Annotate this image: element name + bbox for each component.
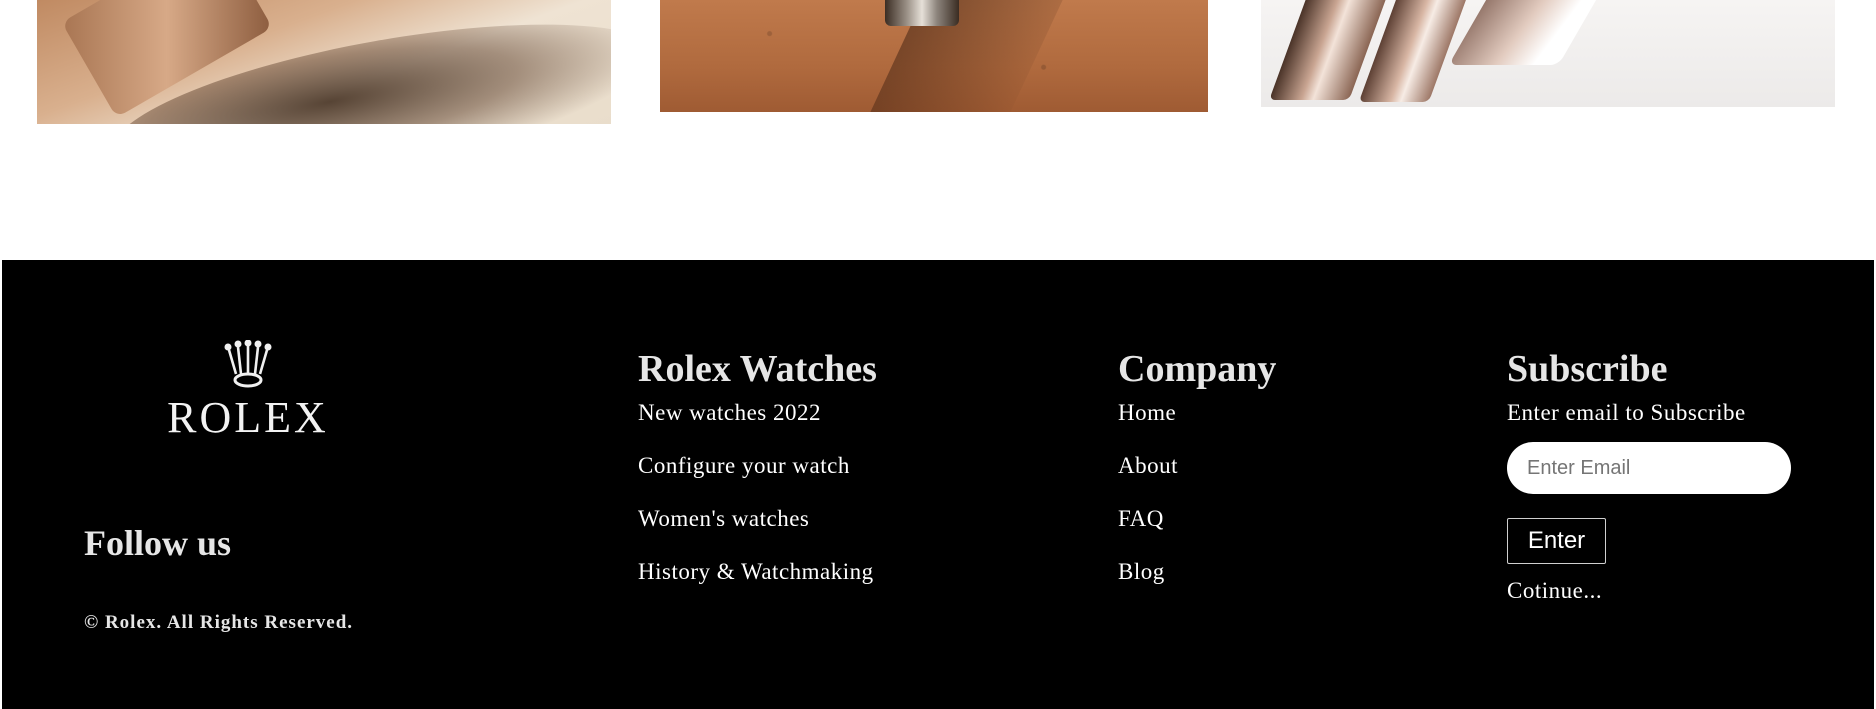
company-column: Company Home About FAQ Blog	[1118, 348, 1276, 612]
enter-button[interactable]: Enter	[1507, 518, 1606, 564]
footer-link-configure-watch[interactable]: Configure your watch	[638, 453, 877, 506]
crown-icon	[224, 340, 272, 388]
rolex-watches-heading: Rolex Watches	[638, 348, 877, 390]
footer-link-faq[interactable]: FAQ	[1118, 506, 1276, 559]
continue-link[interactable]: Cotinue...	[1507, 578, 1791, 604]
rolex-logo[interactable]: ROLEX	[143, 340, 353, 442]
bracelet-link	[1448, 0, 1614, 65]
footer-link-womens-watches[interactable]: Women's watches	[638, 506, 877, 559]
rolex-watches-column: Rolex Watches New watches 2022 Configure…	[638, 348, 877, 612]
email-input[interactable]	[1507, 442, 1791, 494]
product-image-right	[1261, 0, 1835, 107]
footer-link-about[interactable]: About	[1118, 453, 1276, 506]
company-heading: Company	[1118, 348, 1277, 390]
footer-link-blog[interactable]: Blog	[1118, 559, 1276, 612]
copyright-text: © Rolex. All Rights Reserved.	[84, 612, 354, 633]
logo-wordmark: ROLEX	[167, 393, 329, 442]
product-image-center	[660, 0, 1208, 112]
footer-link-new-watches[interactable]: New watches 2022	[638, 400, 877, 453]
footer-link-home[interactable]: Home	[1118, 400, 1276, 453]
subscribe-column: Subscribe Enter email to Subscribe Enter…	[1507, 348, 1791, 604]
subscribe-prompt: Enter email to Subscribe	[1507, 400, 1746, 425]
product-image-left	[37, 0, 611, 124]
subscribe-heading: Subscribe	[1507, 348, 1668, 390]
bracelet-clasp	[885, 0, 959, 26]
follow-us-heading: Follow us	[84, 523, 232, 563]
footer-link-history-watchmaking[interactable]: History & Watchmaking	[638, 559, 877, 612]
site-footer: ROLEX Follow us © Rolex. All Rights Rese…	[2, 260, 1874, 709]
